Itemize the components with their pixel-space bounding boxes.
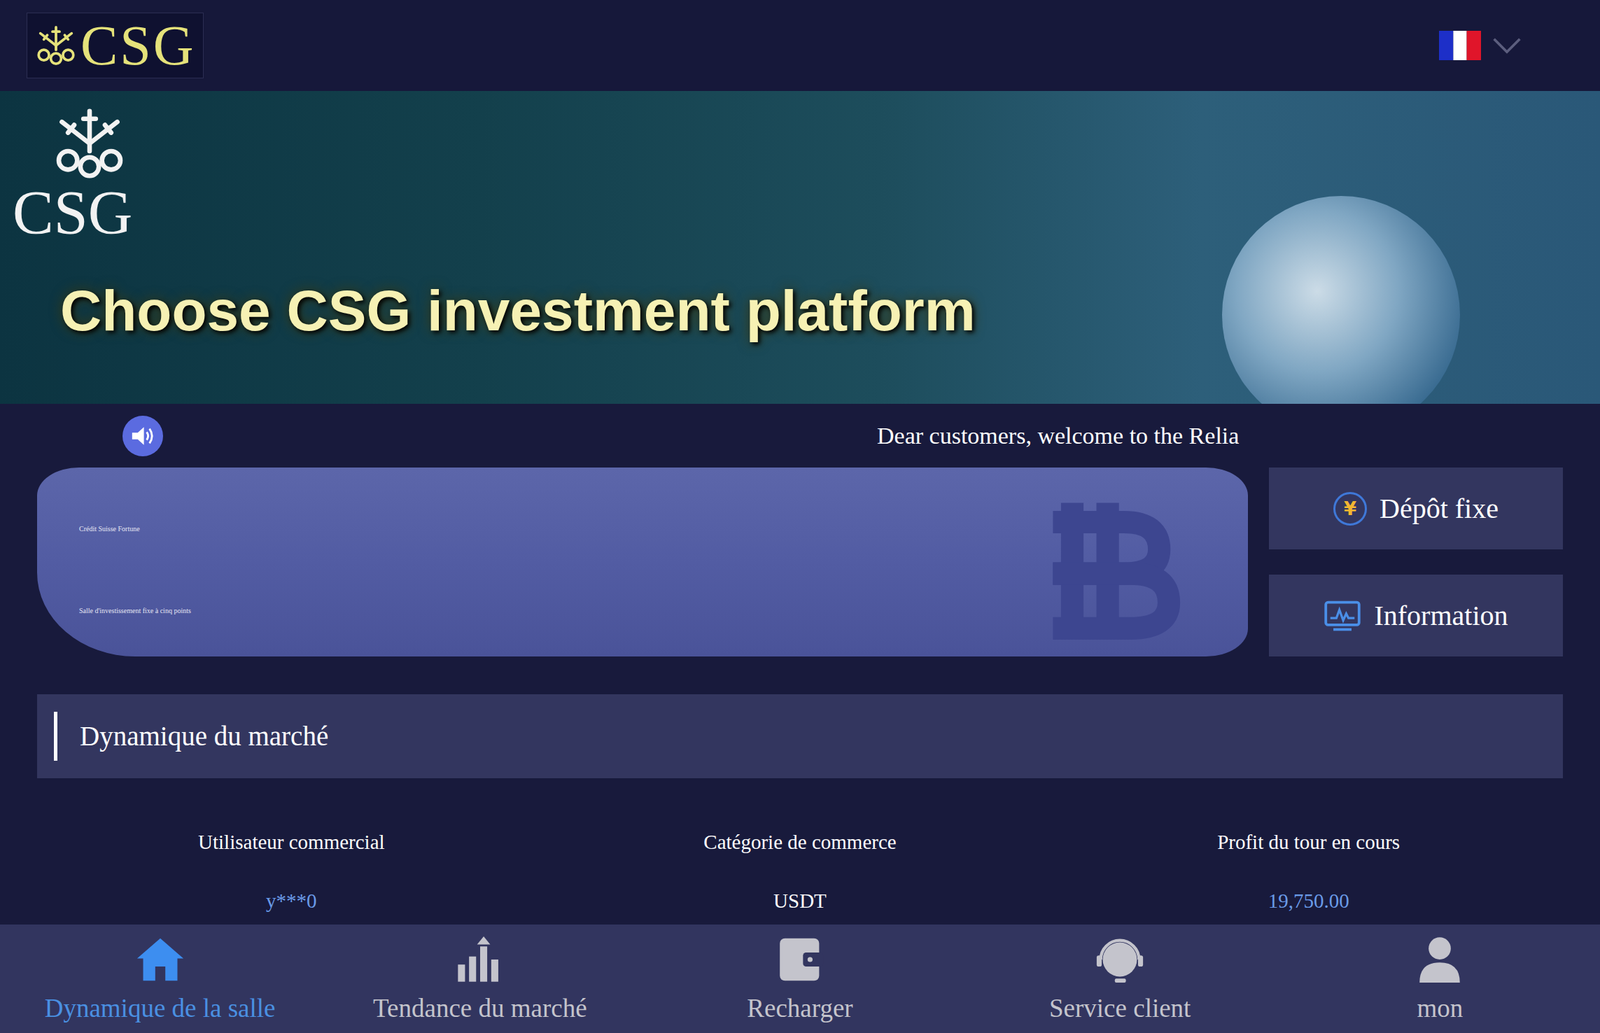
notice-ticker: Dear customers, welcome to the Relia xyxy=(37,403,1563,468)
logo[interactable]: CSG xyxy=(26,12,204,79)
action-button[interactable]: ¥ Dépôt fixe xyxy=(1268,467,1563,550)
market-column: Profit du tour en cours 19,750.00 xyxy=(1054,827,1563,917)
banner[interactable]: CSG Choose CSG investment platform xyxy=(0,90,1600,404)
promo-card[interactable]: Crédit Suisse Fortune Salle d'investissem… xyxy=(37,467,1248,657)
promo-subtitle: Salle d'investissement fixe à cinq point… xyxy=(79,605,1206,616)
column-header: Utilisateur commercial xyxy=(198,827,385,859)
nav-label[interactable]: Dynamique de la salle xyxy=(44,988,276,1029)
notice-text: Dear customers, welcome to the Relia xyxy=(163,417,1239,454)
market-column: Utilisateur commercial y***0 xyxy=(37,827,546,917)
banner-logo: CSG xyxy=(12,104,1600,244)
nav-item[interactable]: Recharger xyxy=(639,924,960,1033)
market-header: Dynamique du marché xyxy=(37,694,1563,779)
nav-label[interactable]: mon xyxy=(1417,988,1464,1029)
table-cell: y***0 xyxy=(265,886,318,917)
notice-marquee: Dear customers, welcome to the Relia xyxy=(163,417,1311,454)
market-table: Utilisateur commercial y***0 Catégorie de … xyxy=(37,778,1563,917)
nav-label[interactable]: Service client xyxy=(1049,988,1191,1029)
chevron-down-icon xyxy=(1490,29,1524,62)
wallet-icon xyxy=(774,934,826,985)
bottom-nav: Dynamique de la salle Tendance du marché R… xyxy=(0,924,1600,1033)
market-title: Dynamique du marché xyxy=(79,716,329,758)
column-header: Profit du tour en cours xyxy=(1217,827,1400,859)
card-row: Crédit Suisse Fortune Salle d'investissem… xyxy=(37,467,1563,657)
top-bar: CSG xyxy=(0,0,1600,91)
yen-icon: ¥ xyxy=(1333,492,1367,526)
action-button[interactable]: Information xyxy=(1268,574,1563,657)
nav-label[interactable]: Tendance du marché xyxy=(373,988,588,1029)
banner-logo-text: CSG xyxy=(12,181,133,244)
nav-item[interactable]: Dynamique de la salle xyxy=(0,924,320,1033)
main-content: Dear customers, welcome to the Relia Créd… xyxy=(0,403,1600,925)
table-cell: USDT xyxy=(773,886,827,917)
keys-logo-icon xyxy=(34,23,78,68)
nav-item[interactable]: Service client xyxy=(960,924,1281,1033)
french-flag-icon xyxy=(1439,24,1482,67)
nav-label[interactable]: Recharger xyxy=(746,988,853,1029)
headset-icon xyxy=(1094,934,1146,985)
table-cell: 19,750.00 xyxy=(1268,886,1350,917)
keys-logo-icon xyxy=(51,104,129,182)
action-buttons: ¥ Dépôt fixe Information xyxy=(1268,467,1563,657)
logo-text[interactable]: CSG xyxy=(80,17,196,74)
action-label: Dépôt fixe xyxy=(1379,487,1499,530)
promo-title: Crédit Suisse Fortune xyxy=(79,523,1206,535)
language-selector[interactable] xyxy=(1439,24,1524,67)
bitcoin-watermark-icon xyxy=(1023,482,1185,657)
chart-icon xyxy=(454,934,506,985)
banner-headline: Choose CSG investment platform xyxy=(60,267,1600,354)
nav-item[interactable]: Tendance du marché xyxy=(319,924,640,1033)
home-icon xyxy=(135,934,186,985)
user-icon xyxy=(1414,934,1465,985)
speaker-icon[interactable] xyxy=(122,415,164,457)
column-header: Catégorie de commerce xyxy=(703,827,896,859)
accent-bar xyxy=(53,711,58,761)
nav-item[interactable]: mon xyxy=(1280,924,1600,1033)
action-label: Information xyxy=(1373,594,1508,637)
market-column: Catégorie de commerce USDT xyxy=(545,827,1055,917)
globe-icon xyxy=(1222,195,1461,404)
monitor-chart-icon xyxy=(1323,597,1362,635)
